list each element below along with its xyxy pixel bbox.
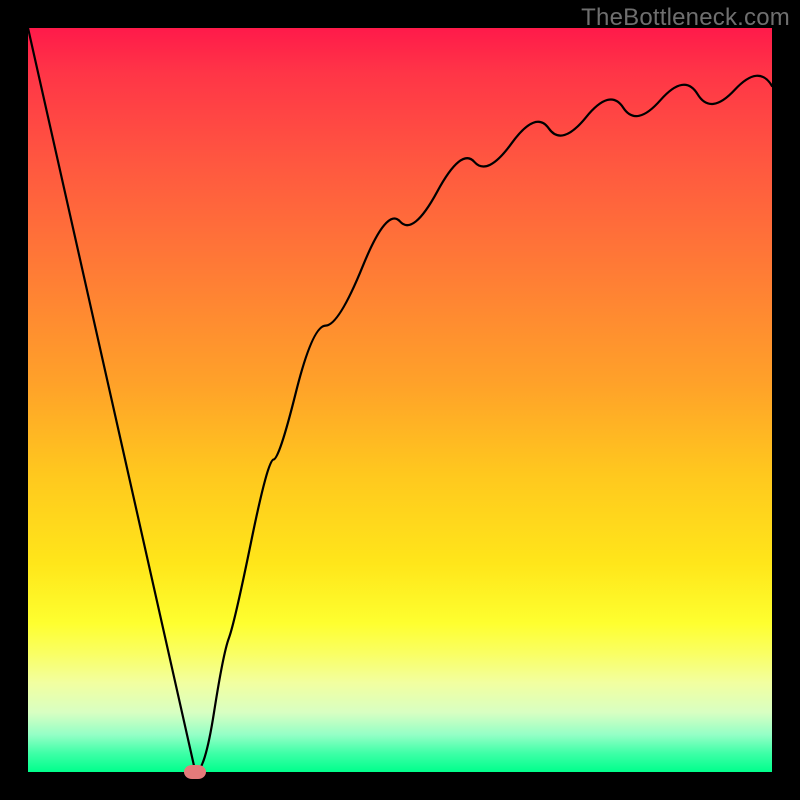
plot-area — [28, 28, 772, 772]
watermark-text: TheBottleneck.com — [581, 4, 790, 32]
bottleneck-curve — [28, 28, 772, 772]
chart-frame: TheBottleneck.com — [0, 0, 800, 800]
optimum-marker — [184, 765, 206, 779]
